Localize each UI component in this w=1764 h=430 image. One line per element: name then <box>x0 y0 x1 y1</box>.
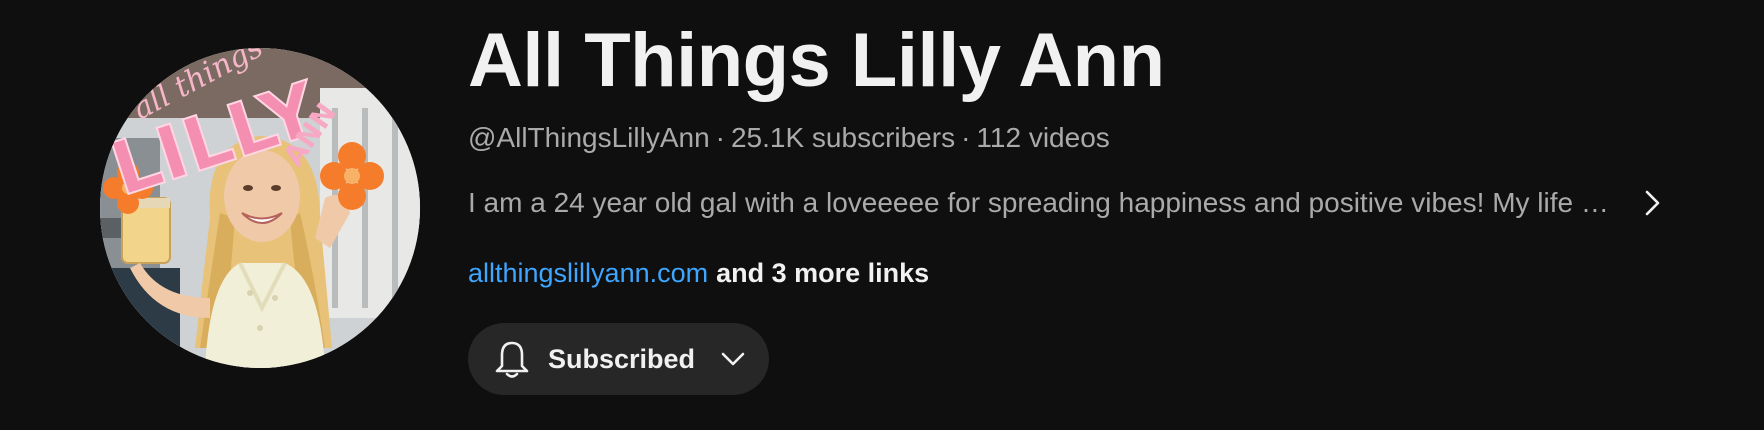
channel-website-link[interactable]: allthingslillyann.com <box>468 258 708 288</box>
channel-avatar[interactable]: all things LILLY ANN <box>100 48 420 368</box>
channel-name: All Things Lilly Ann <box>468 18 1165 103</box>
channel-header: all things LILLY ANN All Things Lilly An… <box>0 0 1764 430</box>
channel-description[interactable]: I am a 24 year old gal with a loveeeee f… <box>468 183 1668 223</box>
chevron-down-icon <box>719 345 747 373</box>
channel-links: allthingslillyann.com and 3 more links <box>468 255 929 291</box>
subscribed-label: Subscribed <box>548 343 696 374</box>
avatar-image: all things LILLY ANN <box>100 48 420 368</box>
channel-meta: @AllThingsLillyAnn · 25.1K subscribers · 112… <box>468 120 1110 156</box>
meta-separator: · <box>715 122 725 153</box>
more-links-button[interactable]: and 3 more links <box>716 258 929 288</box>
meta-separator: · <box>961 122 971 153</box>
bell-icon <box>494 339 530 379</box>
channel-handle: @AllThingsLillyAnn <box>468 122 710 153</box>
chevron-right-icon[interactable] <box>1638 189 1666 217</box>
channel-description-text: I am a 24 year old gal with a loveeeee f… <box>468 187 1616 218</box>
channel-info: All Things Lilly Ann @AllThingsLillyAnn ·… <box>468 0 1718 430</box>
subscriber-count: 25.1K subscribers <box>730 122 956 153</box>
subscribed-button[interactable]: Subscribed <box>468 323 769 395</box>
video-count: 112 videos <box>976 122 1110 153</box>
